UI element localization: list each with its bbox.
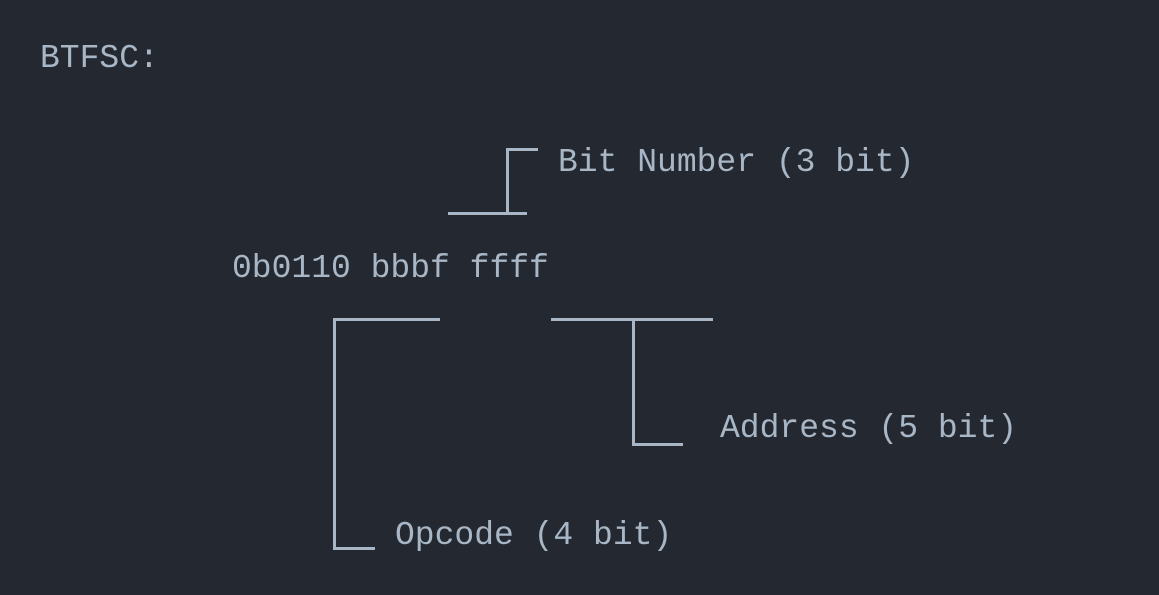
opcode-connector-vertical: [333, 318, 336, 550]
bit-number-connector-vertical: [506, 148, 509, 215]
bit-number-connector-horizontal: [506, 148, 538, 151]
opcode-connector-horizontal: [333, 547, 375, 550]
address-connector-vertical: [632, 318, 635, 446]
annotation-opcode-label: Opcode (4 bit): [395, 516, 672, 556]
instruction-title: BTFSC:: [40, 39, 159, 79]
opcode-connector-span: [333, 318, 440, 321]
instruction-encoding: 0b0110 bbbf ffff: [232, 249, 549, 289]
annotation-address-label: Address (5 bit): [720, 409, 1017, 449]
annotation-bit-number-label: Bit Number (3 bit): [558, 143, 914, 183]
bit-number-connector-span: [448, 212, 527, 215]
address-connector-horizontal: [632, 443, 683, 446]
